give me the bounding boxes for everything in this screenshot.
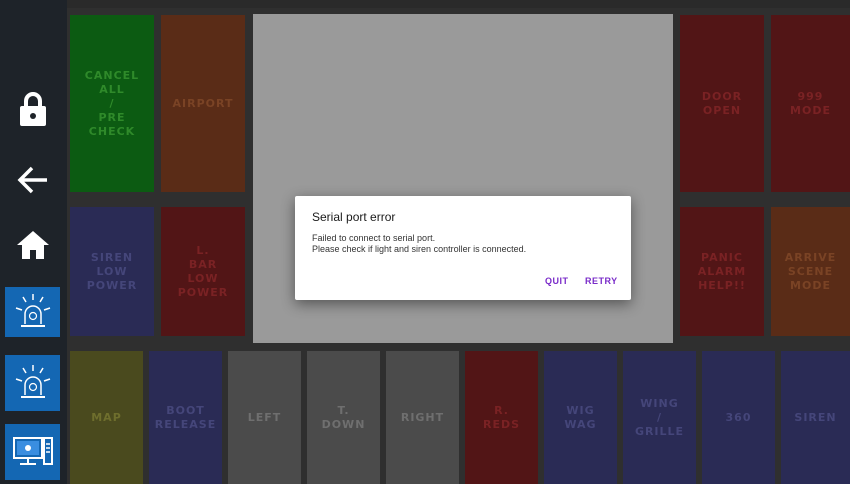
tile-label: 360 <box>725 410 752 424</box>
tile-label: DOOR OPEN <box>701 89 743 117</box>
tile-cancel-all[interactable]: CANCEL ALL / PRE CHECK <box>70 15 154 192</box>
siren-light-icon <box>15 294 50 327</box>
siren-light-icon <box>15 365 50 398</box>
tile-label: L. BAR LOW POWER <box>177 243 229 299</box>
sidebar <box>0 0 67 484</box>
tile-wing-grille[interactable]: WING / GRILLE <box>623 351 696 484</box>
tile-label: T. DOWN <box>321 403 366 431</box>
siren-button-2[interactable] <box>5 355 60 411</box>
tile-right[interactable]: RIGHT <box>386 351 459 484</box>
home-icon <box>16 231 49 259</box>
tile-label: WIG WAG <box>564 403 597 431</box>
tile-label: BOOT RELEASE <box>154 403 217 431</box>
tile-label: CANCEL ALL / PRE CHECK <box>84 68 140 138</box>
home-button[interactable] <box>5 220 60 270</box>
computer-button[interactable] <box>5 424 60 480</box>
lock-icon <box>19 92 46 126</box>
siren-button-1[interactable] <box>5 287 60 337</box>
tile-label: R. REDS <box>482 403 521 431</box>
serial-port-error-dialog: Serial port error Failed to connect to s… <box>295 196 631 300</box>
tile-door-open[interactable]: DOOR OPEN <box>680 15 764 192</box>
tile-boot-release[interactable]: BOOT RELEASE <box>149 351 222 484</box>
tile-map[interactable]: MAP <box>70 351 143 484</box>
app-screen: CANCEL ALL / PRE CHECK AIRPORT DOOR OPEN… <box>0 0 850 484</box>
tile-r-reds[interactable]: R. REDS <box>465 351 538 484</box>
tile-siren[interactable]: SIREN <box>781 351 850 484</box>
arrow-left-icon <box>17 166 47 194</box>
tile-left[interactable]: LEFT <box>228 351 301 484</box>
tile-360[interactable]: 360 <box>702 351 775 484</box>
lock-button[interactable] <box>5 78 60 140</box>
tile-label: 999 MODE <box>790 89 831 117</box>
tile-label: LEFT <box>247 410 282 424</box>
tile-t-down[interactable]: T. DOWN <box>307 351 380 484</box>
tile-label: RIGHT <box>400 410 445 424</box>
tile-arrive-scene-mode[interactable]: ARRIVE SCENE MODE <box>771 207 850 336</box>
tile-999-mode[interactable]: 999 MODE <box>771 15 850 192</box>
tile-label: MAP <box>91 410 122 424</box>
tile-label: WING / GRILLE <box>634 396 685 438</box>
tile-label: SIREN <box>794 410 837 424</box>
computer-icon <box>12 437 53 465</box>
tile-label: SIREN LOW POWER <box>86 250 138 292</box>
dialog-message-line1: Failed to connect to serial port. <box>312 233 436 243</box>
tile-siren-low-power[interactable]: SIREN LOW POWER <box>70 207 154 336</box>
tile-wig-wag[interactable]: WIG WAG <box>544 351 617 484</box>
dialog-title: Serial port error <box>312 210 396 224</box>
tile-lbar-low-power[interactable]: L. BAR LOW POWER <box>161 207 245 336</box>
tile-label: PANIC ALARM HELP!! <box>697 250 747 292</box>
retry-button[interactable]: RETRY <box>585 276 618 286</box>
quit-button[interactable]: QUIT <box>545 276 569 286</box>
back-button[interactable] <box>5 155 60 205</box>
tile-airport[interactable]: AIRPORT <box>161 15 245 192</box>
dialog-message-line2: Please check if light and siren controll… <box>312 244 527 254</box>
tile-label: AIRPORT <box>172 96 234 110</box>
tile-panic-alarm[interactable]: PANIC ALARM HELP!! <box>680 207 764 336</box>
tile-label: ARRIVE SCENE MODE <box>784 250 837 292</box>
